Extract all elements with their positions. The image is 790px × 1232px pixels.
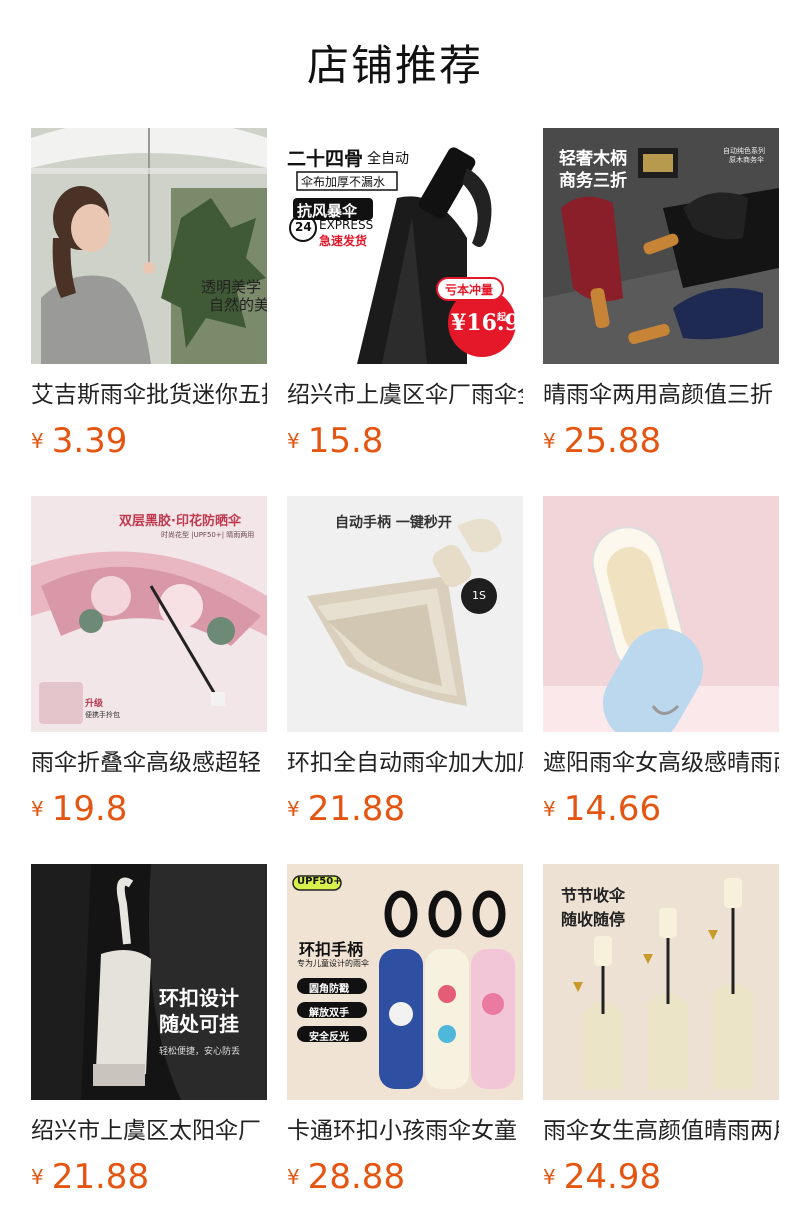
price-value: 15.8 [307, 421, 384, 461]
price-value: 25.88 [563, 421, 662, 461]
product-name[interactable]: 环扣全自动雨伞加大加厚 [287, 746, 523, 780]
currency-symbol: ¥ [543, 1165, 556, 1189]
currency-symbol: ¥ [31, 429, 44, 453]
image-feature-2: 解放双手 [309, 1008, 349, 1019]
product-image-wood-handle-umbrellas[interactable]: 轻奢木柄 商务三折 自动纯色系列 原木商务伞 [543, 128, 779, 364]
price-value: 3.39 [51, 421, 128, 461]
product-card[interactable]: 双层黑胶·印花防晒伞 时尚花型 |UPF50+| 晴雨两用 升级 便携手拎包 雨… [31, 496, 267, 864]
image-headline-1: 环扣设计 [159, 986, 239, 1010]
currency-symbol: ¥ [31, 797, 44, 821]
image-headline-2: 商务三折 [559, 171, 627, 191]
product-image-beige-auto-umbrella[interactable]: 自动手柄 一键秒开 1S [287, 496, 523, 732]
currency-symbol: ¥ [287, 797, 300, 821]
product-image-hook-handle-umbrella[interactable]: 环扣设计 随处可挂 轻松便捷，安心防丢 [31, 864, 267, 1100]
product-card[interactable]: 遮阳雨伞女高级感晴雨两用 ¥14.66 [543, 496, 779, 864]
product-card[interactable]: 节节收伞 随收随停 雨伞女生高颜值晴雨两用 ¥24.98 [543, 864, 779, 1232]
image-subhead: 轻松便捷，安心防丢 [159, 1047, 241, 1057]
product-card[interactable]: 环扣设计 随处可挂 轻松便捷，安心防丢 绍兴市上虞区太阳伞厂 ¥21.88 [31, 864, 267, 1232]
product-image-capsule-umbrella[interactable] [543, 496, 779, 732]
image-timer-badge: 1S [472, 589, 486, 602]
product-name[interactable]: 雨伞女生高颜值晴雨两用 [543, 1114, 779, 1148]
image-bag-label: 便携手拎包 [85, 711, 120, 719]
product-name[interactable]: 晴雨伞两用高颜值三折 [543, 378, 779, 412]
product-price: ¥14.66 [543, 786, 779, 832]
currency-symbol: ¥ [543, 797, 556, 821]
product-card[interactable]: 透明美学 自然的美 艾吉斯雨伞批货迷你五折伞 ¥3.39 [31, 128, 267, 496]
image-subhead: 时尚花型 |UPF50+| 晴雨两用 [161, 531, 255, 539]
price-value: 24.98 [563, 1157, 662, 1197]
product-price: ¥25.88 [543, 418, 779, 464]
product-grid: 透明美学 自然的美 艾吉斯雨伞批货迷你五折伞 ¥3.39 [31, 128, 779, 1232]
currency-symbol: ¥ [287, 429, 300, 453]
currency-symbol: ¥ [543, 429, 556, 453]
product-image-kids-cartoon-umbrellas[interactable]: UPF50+ 环扣手柄 专为儿童设计的雨伞 圆角防戳 解放双手 安全反光 [287, 864, 523, 1100]
image-headline: 环扣手柄 [299, 940, 364, 959]
store-recommendation-page: 店铺推荐 透明美学 自然的美 艾吉斯雨伞批货迷你五 ¥ 3.39 二十四骨 全自… [0, 0, 790, 1232]
product-photo [31, 128, 267, 364]
image-feature-tag: 伞布加厚不漏水 [301, 175, 386, 189]
product-card[interactable]: 自动手柄 一键秒开 1S 环扣全自动雨伞加大加厚 ¥21.88 [287, 496, 523, 864]
image-caption-2: 自然的美 [209, 296, 267, 314]
product-name[interactable]: 卡通环扣小孩雨伞女童 [287, 1114, 523, 1148]
product-image-pink-floral-umbrella[interactable]: 双层黑胶·印花防晒伞 时尚花型 |UPF50+| 晴雨两用 升级 便携手拎包 [31, 496, 267, 732]
image-headline: 二十四骨 [287, 148, 364, 170]
product-card[interactable]: 二十四骨 全自动 伞布加厚不漏水 抗风暴伞 24 EXPRESS 急速发货 亏本… [287, 128, 523, 496]
image-subhead: 专为儿童设计的雨伞 [297, 959, 369, 968]
product-photo [543, 496, 779, 732]
product-price: ¥24.98 [543, 1154, 779, 1200]
product-price: ¥15.8 [287, 418, 523, 464]
image-feature-3: 安全反光 [309, 1032, 349, 1043]
image-feature-1: 圆角防戳 [309, 984, 349, 995]
product-image-black-auto-umbrella[interactable]: 二十四骨 全自动 伞布加厚不漏水 抗风暴伞 24 EXPRESS 急速发货 亏本… [287, 128, 523, 364]
image-upf-badge: UPF50+ [297, 876, 342, 887]
image-headline: 自动手柄 一键秒开 [335, 515, 452, 531]
currency-symbol: ¥ [287, 1165, 300, 1189]
price-value: 21.88 [307, 789, 406, 829]
image-promo-price: ¥16.9 [451, 310, 520, 336]
image-small-text-2: 原木商务伞 [729, 156, 764, 164]
product-name[interactable]: 遮阳雨伞女高级感晴雨两用 [543, 746, 779, 780]
image-headline-1: 节节收伞 [561, 886, 626, 905]
image-24h-label: 24 [295, 220, 312, 234]
image-fast-ship-label: 急速发货 [319, 234, 368, 248]
product-price: ¥3.39 [31, 418, 267, 464]
product-card[interactable]: 轻奢木柄 商务三折 自动纯色系列 原木商务伞 晴雨伞两用高颜值三折 ¥25.88 [543, 128, 779, 496]
product-image-telescopic-umbrellas[interactable]: 节节收伞 随收随停 [543, 864, 779, 1100]
product-price: ¥21.88 [31, 1154, 267, 1200]
image-promo-suffix: 起 [497, 313, 507, 323]
image-upgrade-label: 升级 [85, 699, 104, 709]
image-headline: 双层黑胶·印花防晒伞 [119, 514, 241, 529]
product-card[interactable]: UPF50+ 环扣手柄 专为儿童设计的雨伞 圆角防戳 解放双手 安全反光 卡通环… [287, 864, 523, 1232]
image-headline-2: 随收随停 [561, 910, 626, 929]
image-headline-2: 随处可挂 [159, 1012, 239, 1036]
price-value: 14.66 [563, 789, 662, 829]
image-subhead: 全自动 [367, 151, 409, 167]
price-value: 21.88 [51, 1157, 150, 1197]
image-promo-label: 亏本冲量 [445, 283, 494, 297]
product-price: ¥19.8 [31, 786, 267, 832]
product-image-woman-clear-umbrella[interactable]: 透明美学 自然的美 [31, 128, 267, 364]
product-name[interactable]: 绍兴市上虞区太阳伞厂 [31, 1114, 267, 1148]
page-title: 店铺推荐 [306, 41, 483, 90]
product-price: ¥28.88 [287, 1154, 523, 1200]
product-name[interactable]: 绍兴市上虞区伞厂雨伞全自动 [287, 378, 523, 412]
price-value: 28.88 [307, 1157, 406, 1197]
product-name[interactable]: 雨伞折叠伞高级感超轻 [31, 746, 267, 780]
currency-symbol: ¥ [31, 1165, 44, 1189]
product-name[interactable]: 艾吉斯雨伞批货迷你五折伞 [31, 378, 267, 412]
product-price: ¥21.88 [287, 786, 523, 832]
image-express-label: EXPRESS [319, 218, 374, 232]
price-value: 19.8 [51, 789, 128, 829]
